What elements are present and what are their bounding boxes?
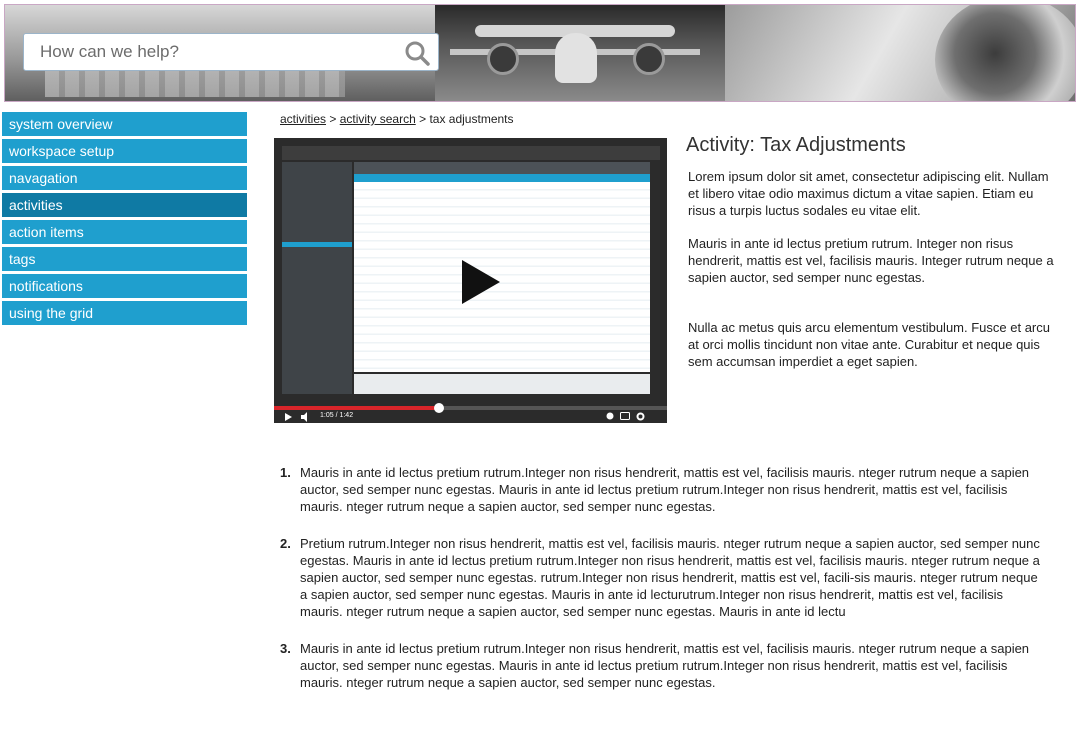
- video-thumbnail-grid-header: [354, 174, 650, 182]
- video-thumbnail-header: [282, 146, 660, 160]
- step-number: 2.: [280, 536, 291, 551]
- step-number: 1.: [280, 465, 291, 480]
- breadcrumb-separator: >: [419, 112, 427, 126]
- video-progress-bar[interactable]: [274, 403, 667, 413]
- video-controls: 1:05 / 1:42: [274, 411, 667, 423]
- numbered-steps-list: 1. Mauris in ante id lectus pretium rutr…: [280, 464, 1040, 691]
- search-box: [23, 33, 439, 71]
- video-thumbnail-sidebar: [282, 162, 352, 394]
- banner-turbine-pipe: [935, 5, 1075, 101]
- step-number: 3.: [280, 641, 291, 656]
- video-thumbnail-footer: [354, 374, 650, 394]
- list-item: 1. Mauris in ante id lectus pretium rutr…: [280, 464, 1040, 515]
- video-thumbnail-toolbar: [354, 162, 650, 174]
- video-player[interactable]: 1:05 / 1:42: [274, 138, 667, 423]
- volume-icon[interactable]: [300, 412, 310, 422]
- captions-icon[interactable]: [620, 412, 630, 420]
- settings-gear-icon[interactable]: [636, 412, 645, 421]
- play-icon[interactable]: [448, 254, 508, 310]
- sidebar-item-using-the-grid[interactable]: using the grid: [2, 301, 247, 325]
- page-title: Activity: Tax Adjustments: [686, 134, 906, 156]
- breadcrumb-link-activities[interactable]: activities: [280, 112, 326, 126]
- video-time: 1:05 / 1:42: [320, 412, 354, 419]
- banner-machinery-detail: [45, 67, 345, 97]
- breadcrumb-current: tax adjustments: [429, 112, 514, 126]
- info-icon[interactable]: [606, 412, 614, 420]
- video-progress-fill: [274, 406, 440, 410]
- search-input[interactable]: [40, 34, 390, 70]
- step-text: Mauris in ante id lectus pretium rutrum.…: [300, 641, 1030, 690]
- banner-plane-nose: [555, 33, 597, 83]
- step-text: Pretium rutrum.Integer non risus hendrer…: [300, 536, 1040, 619]
- banner-plane-engine: [487, 43, 519, 75]
- sidebar-item-tags[interactable]: tags: [2, 247, 247, 271]
- description-paragraph: Lorem ipsum dolor sit amet, consectetur …: [688, 169, 1049, 218]
- description-paragraph: Mauris in ante id lectus pretium rutrum.…: [688, 236, 1054, 285]
- play-button-icon[interactable]: [284, 412, 293, 422]
- list-item: 2. Pretium rutrum.Integer non risus hend…: [280, 535, 1040, 620]
- breadcrumb-separator: >: [329, 112, 337, 126]
- sidebar-item-workspace-setup[interactable]: workspace setup: [2, 139, 247, 163]
- step-text: Mauris in ante id lectus pretium rutrum.…: [300, 465, 1030, 514]
- magnifier-icon[interactable]: [404, 40, 430, 66]
- header-banner: [4, 4, 1076, 102]
- list-item: 3. Mauris in ante id lectus pretium rutr…: [280, 640, 1040, 691]
- breadcrumb: activities > activity search > tax adjus…: [280, 112, 514, 126]
- sidebar-item-activities[interactable]: activities: [2, 193, 247, 217]
- sidebar-item-system-overview[interactable]: system overview: [2, 112, 247, 136]
- description-paragraph: Nulla ac metus quis arcu elementum vesti…: [688, 320, 1050, 369]
- banner-plane-engine: [633, 43, 665, 75]
- sidebar-item-navagation[interactable]: navagation: [2, 166, 247, 190]
- sidebar-item-action-items[interactable]: action items: [2, 220, 247, 244]
- sidebar-nav: system overview workspace setup navagati…: [2, 112, 247, 328]
- thumbnail-sidebar-highlight: [282, 242, 352, 247]
- breadcrumb-link-activity-search[interactable]: activity search: [340, 112, 416, 126]
- sidebar-item-notifications[interactable]: notifications: [2, 274, 247, 298]
